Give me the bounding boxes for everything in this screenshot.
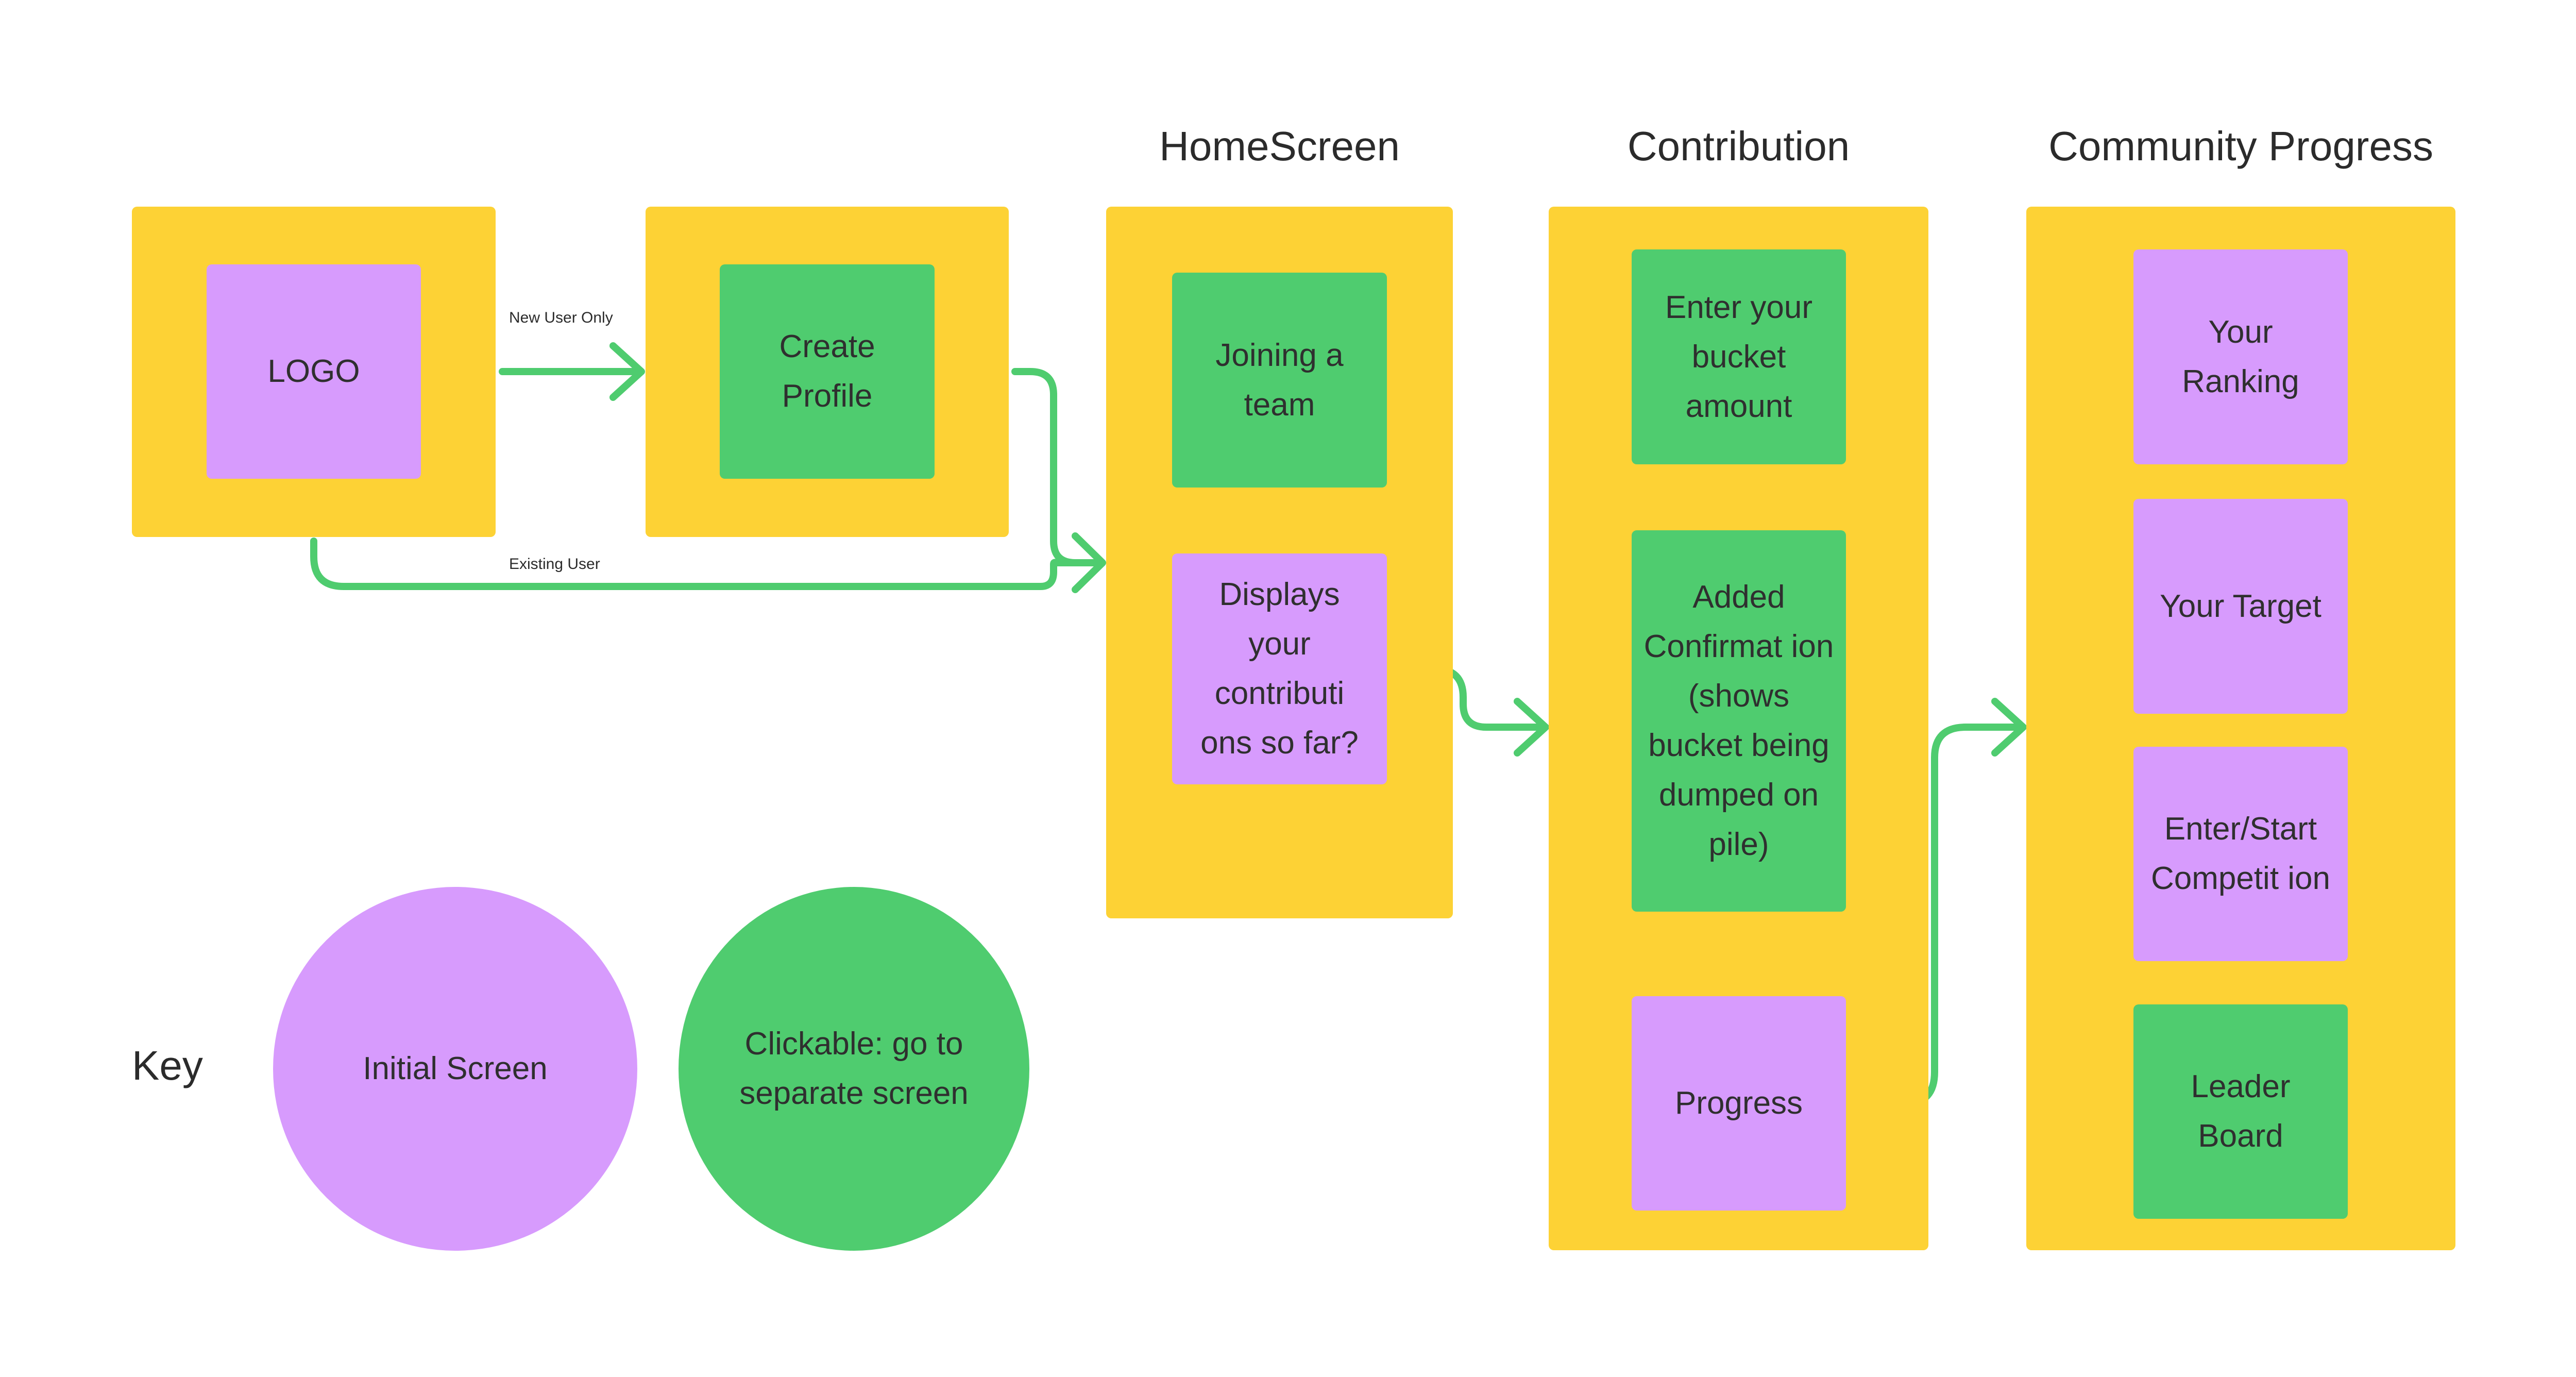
card-enter-bucket-amount[interactable]: Enter your bucket amount <box>1632 249 1846 464</box>
card-leader-board[interactable]: Leader Board <box>2133 1004 2348 1219</box>
connector-existing-user <box>310 538 1104 590</box>
edge-label-new-user: New User Only <box>509 309 613 326</box>
card-progress: Progress <box>1632 996 1846 1211</box>
connector-create-profile-home <box>1011 368 1104 566</box>
card-logo: LOGO <box>207 264 421 479</box>
flow-diagram-canvas: New User Only Existing User LOGO Create … <box>0 0 2576 1377</box>
card-displays-contributions: Displays your contributi ons so far? <box>1172 553 1387 784</box>
screen-title-homescreen: HomeScreen <box>1159 123 1400 169</box>
screen-title-contribution: Contribution <box>1627 123 1850 169</box>
key-label: Key <box>132 1043 203 1088</box>
card-joining-team[interactable]: Joining a team <box>1172 273 1387 488</box>
card-added-confirmation[interactable]: Added Confirmat ion (shows bucket being … <box>1632 530 1846 912</box>
card-create-profile[interactable]: Create Profile <box>720 264 935 479</box>
card-your-target: Your Target <box>2133 499 2348 714</box>
card-your-ranking: Your Ranking <box>2133 249 2348 464</box>
edge-label-existing-user: Existing User <box>509 556 600 573</box>
card-enter-start-competition: Enter/Start Competit ion <box>2133 747 2348 961</box>
key-initial-screen: Initial Screen <box>273 887 637 1251</box>
screen-title-community-progress: Community Progress <box>2048 123 2433 169</box>
key-clickable: Clickable: go to separate screen <box>679 887 1029 1251</box>
